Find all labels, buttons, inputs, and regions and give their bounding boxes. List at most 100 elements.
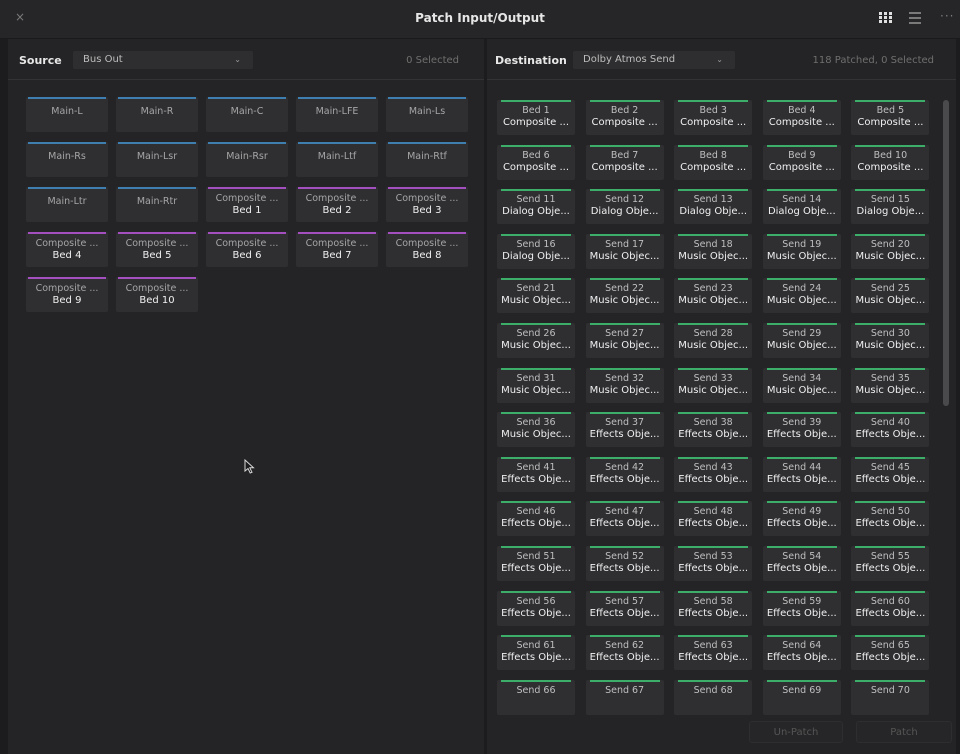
- destination-dropdown[interactable]: Dolby Atmos Send ⌄: [573, 51, 735, 69]
- source-tile[interactable]: Main-L: [26, 97, 108, 132]
- destination-tile[interactable]: Send 33 Music Objec...: [674, 367, 753, 403]
- source-tile[interactable]: Main-Rs: [26, 142, 108, 177]
- destination-tile[interactable]: Bed 8 Composite ...: [674, 144, 753, 180]
- source-tile[interactable]: Main-Rtf: [386, 142, 468, 177]
- destination-tile[interactable]: Send 55 Effects Obje...: [851, 546, 930, 581]
- unpatch-button[interactable]: Un-Patch: [749, 721, 843, 743]
- destination-tile[interactable]: Send 49 Effects Obje...: [762, 501, 841, 537]
- destination-tile[interactable]: Send 22 Music Objec...: [585, 278, 664, 314]
- destination-tile[interactable]: Send 16 Dialog Obje...: [497, 233, 575, 269]
- destination-tile[interactable]: Send 54 Effects Obje...: [762, 546, 841, 581]
- source-tile[interactable]: Composite ... Bed 5: [116, 232, 198, 267]
- source-tile[interactable]: Composite ... Bed 6: [206, 232, 288, 267]
- destination-tile[interactable]: Send 43 Effects Obje...: [674, 456, 753, 492]
- destination-tile[interactable]: Send 28 Music Objec...: [674, 323, 753, 358]
- destination-tile[interactable]: Send 64 Effects Obje...: [762, 635, 841, 671]
- source-dropdown[interactable]: Bus Out ⌄: [73, 51, 253, 69]
- destination-tile[interactable]: Send 65 Effects Obje...: [851, 635, 930, 671]
- destination-tile[interactable]: Send 20 Music Objec...: [851, 233, 930, 269]
- destination-tile[interactable]: Send 13 Dialog Obje...: [674, 189, 753, 225]
- destination-tile[interactable]: Send 47 Effects Obje...: [585, 501, 664, 537]
- destination-tile[interactable]: Bed 2 Composite ...: [585, 100, 664, 135]
- source-tile[interactable]: Main-C: [206, 97, 288, 132]
- destination-tile[interactable]: Send 41 Effects Obje...: [497, 456, 575, 492]
- destination-tile[interactable]: Send 19 Music Objec...: [762, 233, 841, 269]
- source-tile[interactable]: Main-Ls: [386, 97, 468, 132]
- destination-tile[interactable]: Bed 9 Composite ...: [762, 144, 841, 180]
- destination-tile[interactable]: Send 15 Dialog Obje...: [851, 189, 930, 225]
- destination-tile[interactable]: Send 29 Music Objec...: [762, 323, 841, 358]
- more-options-icon[interactable]: ···: [940, 9, 954, 23]
- destination-tile[interactable]: Send 67: [585, 679, 664, 715]
- destination-tile[interactable]: Send 36 Music Objec...: [497, 412, 575, 448]
- destination-tile[interactable]: Send 69: [762, 679, 841, 715]
- destination-tile[interactable]: Send 52 Effects Obje...: [585, 546, 664, 581]
- destination-tile[interactable]: Send 42 Effects Obje...: [585, 456, 664, 492]
- destination-tile[interactable]: Send 51 Effects Obje...: [497, 546, 575, 581]
- destination-tile[interactable]: Send 24 Music Objec...: [762, 278, 841, 314]
- destination-tile[interactable]: Bed 5 Composite ...: [851, 100, 930, 135]
- destination-tile[interactable]: Send 56 Effects Obje...: [497, 590, 575, 626]
- destination-tile[interactable]: Send 31 Music Objec...: [497, 367, 575, 403]
- source-tile[interactable]: Composite ... Bed 4: [26, 232, 108, 267]
- destination-tile[interactable]: Send 45 Effects Obje...: [851, 456, 930, 492]
- destination-tile[interactable]: Send 58 Effects Obje...: [674, 590, 753, 626]
- destination-tile[interactable]: Send 70: [851, 679, 930, 715]
- destination-tile[interactable]: Send 17 Music Objec...: [585, 233, 664, 269]
- source-tile[interactable]: Composite ... Bed 3: [386, 187, 468, 222]
- destination-tile[interactable]: Send 38 Effects Obje...: [674, 412, 753, 448]
- destination-tile[interactable]: Send 62 Effects Obje...: [585, 635, 664, 671]
- destination-tile[interactable]: Bed 4 Composite ...: [762, 100, 841, 135]
- destination-tile[interactable]: Send 59 Effects Obje...: [762, 590, 841, 626]
- destination-tile[interactable]: Bed 1 Composite ...: [497, 100, 575, 135]
- source-tile[interactable]: Main-Rsr: [206, 142, 288, 177]
- list-view-icon[interactable]: [909, 12, 921, 24]
- source-tile[interactable]: Composite ... Bed 10: [116, 277, 198, 312]
- destination-tile[interactable]: Send 46 Effects Obje...: [497, 501, 575, 537]
- source-tile[interactable]: Main-R: [116, 97, 198, 132]
- destination-tile[interactable]: Send 27 Music Objec...: [585, 323, 664, 358]
- destination-tile[interactable]: Send 12 Dialog Obje...: [585, 189, 664, 225]
- destination-tile[interactable]: Send 63 Effects Obje...: [674, 635, 753, 671]
- destination-tile[interactable]: Send 48 Effects Obje...: [674, 501, 753, 537]
- patch-button[interactable]: Patch: [856, 721, 952, 743]
- source-tile[interactable]: Composite ... Bed 2: [296, 187, 378, 222]
- destination-tile[interactable]: Send 26 Music Objec...: [497, 323, 575, 358]
- source-tile[interactable]: Main-LFE: [296, 97, 378, 132]
- destination-tile[interactable]: Send 37 Effects Obje...: [585, 412, 664, 448]
- destination-tile[interactable]: Send 35 Music Objec...: [851, 367, 930, 403]
- destination-tile[interactable]: Send 21 Music Objec...: [497, 278, 575, 314]
- destination-tile[interactable]: Send 34 Music Objec...: [762, 367, 841, 403]
- destination-scrollbar-thumb[interactable]: [943, 100, 949, 406]
- destination-tile[interactable]: Send 23 Music Objec...: [674, 278, 753, 314]
- source-tile[interactable]: Composite ... Bed 1: [206, 187, 288, 222]
- destination-tile[interactable]: Send 32 Music Objec...: [585, 367, 664, 403]
- destination-tile[interactable]: Send 50 Effects Obje...: [851, 501, 930, 537]
- destination-tile[interactable]: Bed 6 Composite ...: [497, 144, 575, 180]
- destination-tile[interactable]: Send 14 Dialog Obje...: [762, 189, 841, 225]
- source-tile[interactable]: Main-Rtr: [116, 187, 198, 222]
- source-tile[interactable]: Composite ... Bed 8: [386, 232, 468, 267]
- destination-tile[interactable]: Send 44 Effects Obje...: [762, 456, 841, 492]
- destination-tile[interactable]: Send 61 Effects Obje...: [497, 635, 575, 671]
- source-tile[interactable]: Main-Ltr: [26, 187, 108, 222]
- destination-tile[interactable]: Send 30 Music Objec...: [851, 323, 930, 358]
- destination-tile[interactable]: Send 68: [674, 679, 753, 715]
- destination-tile[interactable]: Send 25 Music Objec...: [851, 278, 930, 314]
- destination-tile[interactable]: Send 18 Music Objec...: [674, 233, 753, 269]
- destination-tile[interactable]: Send 11 Dialog Obje...: [497, 189, 575, 225]
- source-tile[interactable]: Composite ... Bed 9: [26, 277, 108, 312]
- destination-tile[interactable]: Send 66: [497, 679, 575, 715]
- destination-tile[interactable]: Bed 7 Composite ...: [585, 144, 664, 180]
- destination-tile[interactable]: Send 39 Effects Obje...: [762, 412, 841, 448]
- destination-tile[interactable]: Send 40 Effects Obje...: [851, 412, 930, 448]
- source-tile[interactable]: Main-Ltf: [296, 142, 378, 177]
- destination-tile[interactable]: Send 53 Effects Obje...: [674, 546, 753, 581]
- source-tile[interactable]: Main-Lsr: [116, 142, 198, 177]
- destination-tile[interactable]: Bed 3 Composite ...: [674, 100, 753, 135]
- grid-view-icon[interactable]: [879, 12, 893, 24]
- source-tile[interactable]: Composite ... Bed 7: [296, 232, 378, 267]
- destination-tile[interactable]: Bed 10 Composite ...: [851, 144, 930, 180]
- destination-tile[interactable]: Send 60 Effects Obje...: [851, 590, 930, 626]
- destination-tile[interactable]: Send 57 Effects Obje...: [585, 590, 664, 626]
